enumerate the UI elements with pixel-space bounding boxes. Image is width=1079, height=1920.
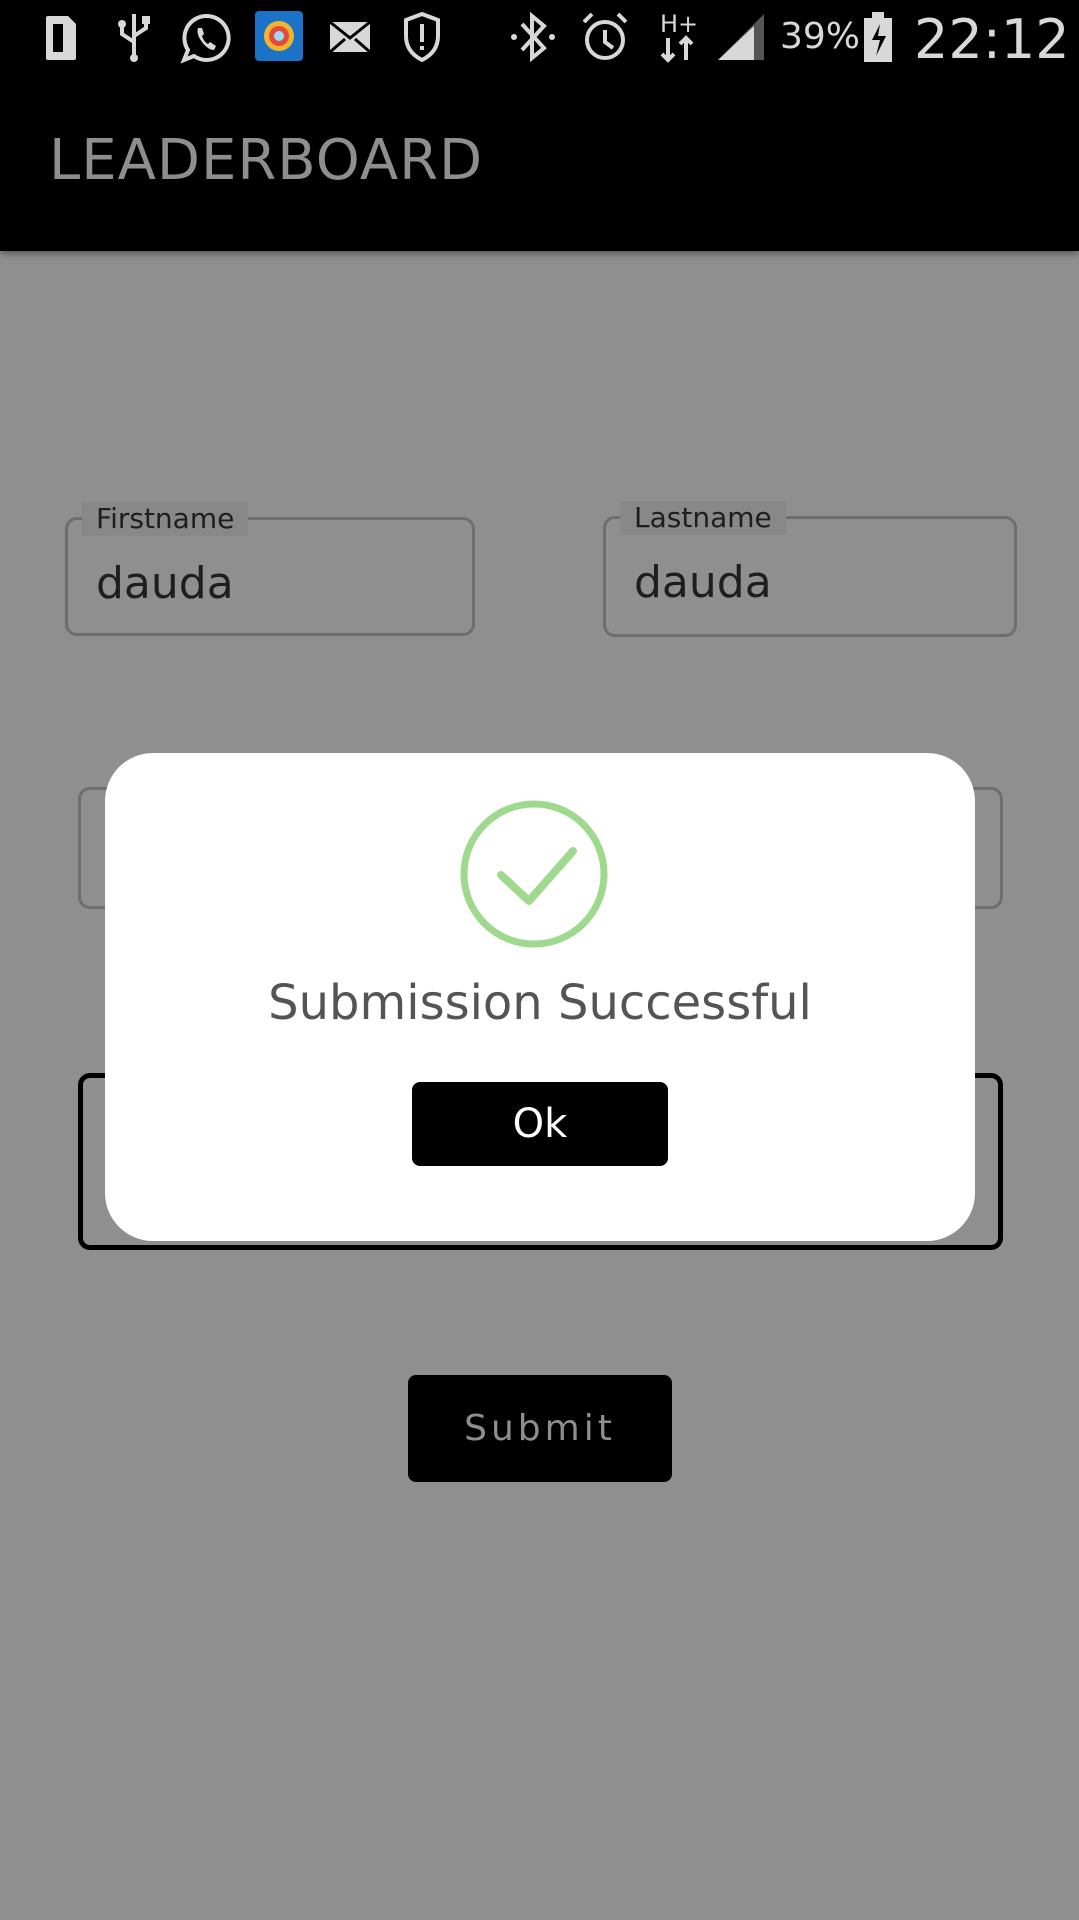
- submit-button[interactable]: Submit: [408, 1375, 672, 1482]
- app-icon: [255, 11, 303, 61]
- screen: H+ 39% 22:12 LEADERBOARD Firstname dauda…: [0, 0, 1079, 1920]
- shield-alert-icon: [404, 12, 440, 62]
- checkmark-icon: [460, 800, 608, 948]
- success-dialog: Submission Successful Ok: [105, 753, 975, 1241]
- status-bar: H+ 39% 22:12: [0, 0, 1079, 78]
- bluetooth-icon: [511, 11, 555, 63]
- lastname-label: Lastname: [620, 501, 786, 535]
- firstname-value: dauda: [96, 558, 234, 609]
- hplus-data-icon: H+: [660, 10, 698, 63]
- battery-icon: [864, 12, 892, 62]
- whatsapp-icon: [180, 13, 231, 64]
- alarm-icon: [582, 12, 628, 60]
- signal-icon: [718, 14, 764, 60]
- app-bar: LEADERBOARD: [0, 78, 1079, 251]
- app-title: LEADERBOARD: [49, 128, 484, 193]
- battery-percent: 39%: [780, 16, 861, 57]
- lastname-value: dauda: [634, 557, 772, 608]
- clock: 22:12: [914, 8, 1070, 71]
- svg-text:H+: H+: [660, 10, 698, 38]
- firstname-label: Firstname: [82, 502, 249, 536]
- mail-icon: [329, 20, 371, 54]
- usb-icon: [118, 14, 150, 62]
- lastname-field[interactable]: Lastname dauda: [603, 501, 1017, 637]
- sim-icon: [46, 16, 76, 60]
- dialog-title: Submission Successful: [268, 975, 812, 1031]
- ok-button[interactable]: Ok: [412, 1082, 668, 1166]
- firstname-field[interactable]: Firstname dauda: [65, 502, 475, 636]
